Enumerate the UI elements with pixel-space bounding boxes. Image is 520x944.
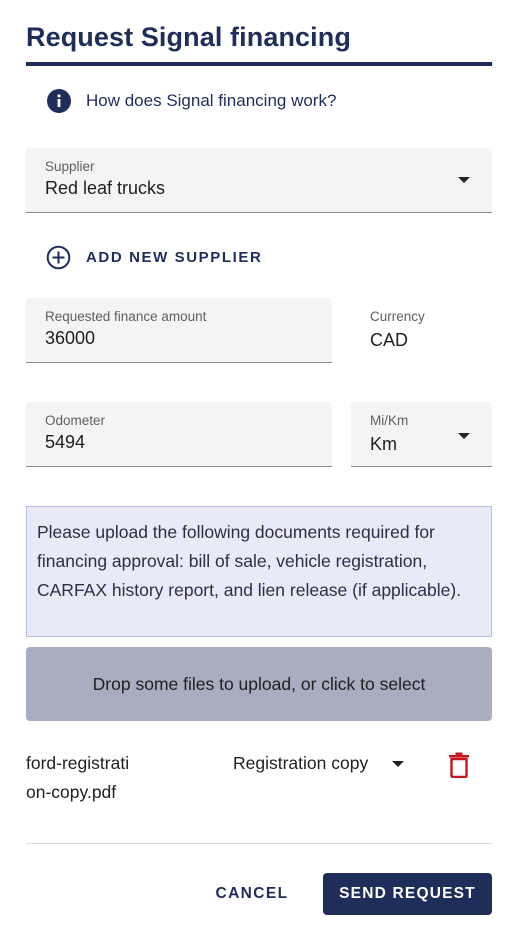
how-financing-works-link[interactable]: How does Signal financing work? [46, 88, 336, 114]
page-title: Request Signal financing [26, 22, 351, 52]
info-link-label: How does Signal financing work? [86, 91, 337, 110]
supplier-label: Supplier [45, 159, 95, 174]
dropzone-label: Drop some files to upload, or click to s… [92, 673, 426, 694]
add-new-supplier-label: ADD NEW SUPPLIER [86, 249, 263, 266]
currency-value: CAD [370, 330, 409, 350]
uploaded-file-row: ford-registration-copy.pdf Registration … [26, 749, 492, 844]
distance-unit-select[interactable]: Mi/Km Km [351, 402, 492, 467]
title-divider [26, 62, 492, 66]
finance-amount-label: Requested finance amount [45, 309, 207, 324]
add-new-supplier-button[interactable]: ADD NEW SUPPLIER [46, 245, 262, 270]
plus-circle-icon [46, 245, 71, 270]
supplier-select[interactable]: Supplier Red leaf trucks [26, 148, 492, 213]
cancel-button[interactable]: CANCEL [204, 874, 300, 914]
document-type-value: Registration copy [233, 753, 369, 773]
distance-unit-value: Km [370, 434, 397, 454]
caret-down-icon [392, 760, 405, 767]
file-name: ford-registration-copy.pdf [26, 753, 130, 802]
supplier-value: Red leaf trucks [45, 178, 166, 198]
odometer-label: Odometer [45, 413, 106, 428]
currency-display: Currency CAD [370, 309, 425, 351]
caret-down-icon [458, 177, 470, 183]
caret-down-icon [458, 433, 470, 439]
upload-instructions: Please upload the following documents re… [26, 506, 492, 637]
finance-amount-input[interactable]: Requested finance amount 36000 [26, 298, 332, 363]
distance-unit-label: Mi/Km [370, 413, 409, 428]
send-request-button[interactable]: SEND REQUEST [323, 873, 492, 915]
finance-amount-value: 36000 [45, 328, 96, 348]
currency-label: Currency [370, 309, 425, 324]
odometer-input[interactable]: Odometer 5494 [26, 402, 332, 467]
document-type-select[interactable]: Registration copy [233, 753, 405, 774]
info-icon [47, 89, 71, 113]
file-dropzone[interactable]: Drop some files to upload, or click to s… [26, 647, 492, 721]
odometer-value: 5494 [45, 432, 86, 452]
trash-icon[interactable] [448, 752, 470, 778]
